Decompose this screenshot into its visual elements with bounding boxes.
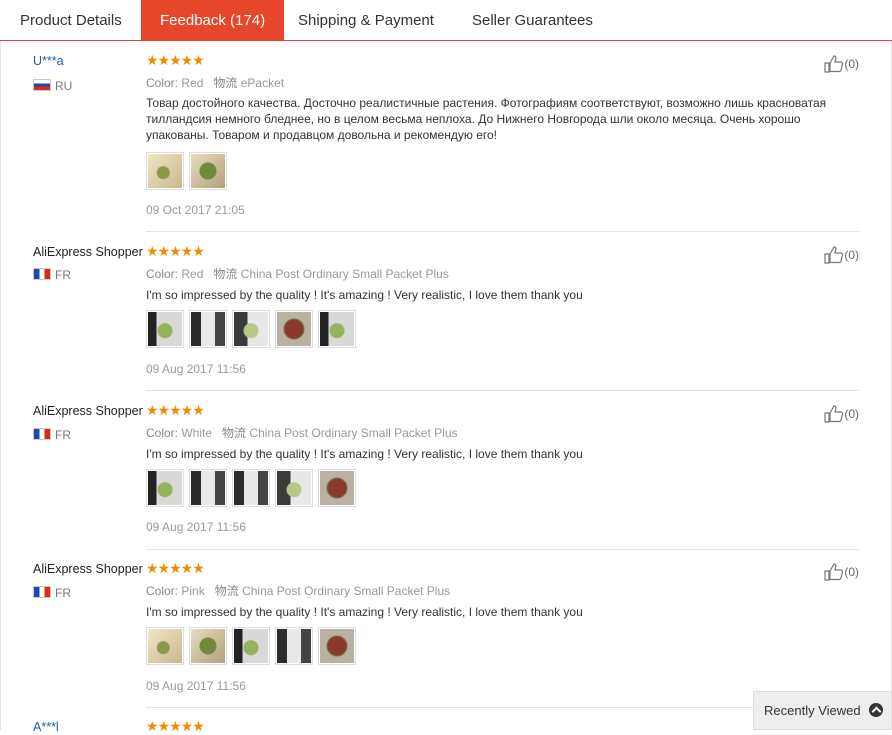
tab-shipping-payment[interactable]: Shipping & Payment <box>298 0 434 41</box>
reviewer-country: FR <box>33 586 71 600</box>
review-photo[interactable] <box>189 152 227 190</box>
flag-fr-icon <box>33 428 51 440</box>
country-code: FR <box>55 428 71 442</box>
review-photo[interactable] <box>318 469 356 507</box>
thumb-up-icon <box>824 405 844 423</box>
color-label: Color: <box>146 267 179 281</box>
flag-fr-icon <box>33 268 51 280</box>
order-info: Color: Pink 物流 China Post Ordinary Small … <box>146 582 450 599</box>
review-photo[interactable] <box>146 627 184 665</box>
shipping-label: 物流 <box>213 76 238 90</box>
helpful-count: (0) <box>844 57 859 71</box>
review-photos <box>146 627 361 665</box>
review-date: 09 Oct 2017 21:05 <box>146 203 245 217</box>
review-photo[interactable] <box>275 627 313 665</box>
review-date: 09 Aug 2017 11:56 <box>146 362 246 376</box>
color-value: White <box>181 426 213 440</box>
color-value: Red <box>181 267 204 281</box>
order-info: Color: Red 物流 China Post Ordinary Small P… <box>146 265 449 282</box>
tab-feedback[interactable]: Feedback (174) <box>141 0 285 41</box>
review-text: Товар достойного качества. Досточно реал… <box>146 96 827 142</box>
reviewer-country: FR <box>33 428 71 442</box>
review-text: I'm so impressed by the quality ! It's a… <box>146 288 583 302</box>
color-value: Red <box>181 76 204 90</box>
rating-stars: ★★★★★ <box>146 52 205 68</box>
reviewer-name: AliExpress Shopper <box>33 245 143 259</box>
country-code: RU <box>55 79 73 93</box>
shipping-value: China Post Ordinary Small Packet Plus <box>249 426 458 440</box>
recently-viewed-label: Recently Viewed <box>764 703 861 718</box>
reviewer-country: FR <box>33 268 71 282</box>
helpful-count: (0) <box>844 407 859 421</box>
review-text: I'm so impressed by the quality ! It's a… <box>146 447 583 461</box>
left-border <box>0 41 1 730</box>
review-photo[interactable] <box>318 627 356 665</box>
color-label: Color: <box>146 584 179 598</box>
order-info: Color: White 物流 China Post Ordinary Small… <box>146 424 458 441</box>
review-photo[interactable] <box>232 627 270 665</box>
reviewer-country: RU <box>33 79 72 93</box>
shipping-label: 物流 <box>222 426 247 440</box>
helpful-button[interactable]: (0) <box>824 55 859 73</box>
review-date: 09 Aug 2017 11:56 <box>146 520 246 534</box>
helpful-button[interactable]: (0) <box>824 405 859 423</box>
review-photos <box>146 310 361 348</box>
review-photo[interactable] <box>275 310 313 348</box>
order-info: Color: Red 物流 ePacket <box>146 74 284 91</box>
tab-product-details[interactable]: Product Details <box>20 0 122 41</box>
rating-stars: ★★★★★ <box>146 402 205 418</box>
review-date: 09 Aug 2017 11:56 <box>146 679 246 693</box>
reviewer-name: AliExpress Shopper <box>33 404 143 418</box>
review-photo[interactable] <box>189 469 227 507</box>
reviewer-name[interactable]: A***l <box>33 720 59 734</box>
review-photos <box>146 152 232 190</box>
helpful-count: (0) <box>844 565 859 579</box>
helpful-button[interactable]: (0) <box>824 246 859 264</box>
color-label: Color: <box>146 76 179 90</box>
review-photo[interactable] <box>318 310 356 348</box>
color-label: Color: <box>146 426 179 440</box>
shipping-label: 物流 <box>213 267 238 281</box>
review-text: I'm so impressed by the quality ! It's a… <box>146 605 583 619</box>
review-photo[interactable] <box>232 469 270 507</box>
helpful-count: (0) <box>844 248 859 262</box>
review-divider <box>146 549 859 550</box>
review-photo[interactable] <box>275 469 313 507</box>
thumb-up-icon <box>824 55 844 73</box>
chevron-up-icon <box>869 703 883 717</box>
review-photo[interactable] <box>146 469 184 507</box>
shipping-label: 物流 <box>214 584 239 598</box>
reviewer-name: AliExpress Shopper <box>33 562 143 576</box>
review-photo[interactable] <box>146 310 184 348</box>
review-photo[interactable] <box>189 310 227 348</box>
review-divider <box>146 390 859 391</box>
rating-stars: ★★★★★ <box>146 560 205 576</box>
review-photos <box>146 469 361 507</box>
country-code: FR <box>55 586 71 600</box>
rating-stars: ★★★★★ <box>146 718 205 734</box>
review-photo[interactable] <box>232 310 270 348</box>
tab-seller-guarantees[interactable]: Seller Guarantees <box>472 0 593 41</box>
rating-stars: ★★★★★ <box>146 243 205 259</box>
color-value: Pink <box>181 584 205 598</box>
reviewer-name[interactable]: U***a <box>33 54 64 68</box>
shipping-value: China Post Ordinary Small Packet Plus <box>240 267 449 281</box>
flag-ru-icon <box>33 79 51 91</box>
review-photo[interactable] <box>146 152 184 190</box>
country-code: FR <box>55 268 71 282</box>
review-photo[interactable] <box>189 627 227 665</box>
tab-bar: Product Details Feedback (174) Shipping … <box>0 0 892 41</box>
thumb-up-icon <box>824 246 844 264</box>
shipping-value: ePacket <box>240 76 285 90</box>
recently-viewed-button[interactable]: Recently Viewed <box>753 691 892 730</box>
shipping-value: China Post Ordinary Small Packet Plus <box>242 584 451 598</box>
thumb-up-icon <box>824 563 844 581</box>
review-divider <box>146 231 859 232</box>
flag-fr-icon <box>33 586 51 598</box>
helpful-button[interactable]: (0) <box>824 563 859 581</box>
